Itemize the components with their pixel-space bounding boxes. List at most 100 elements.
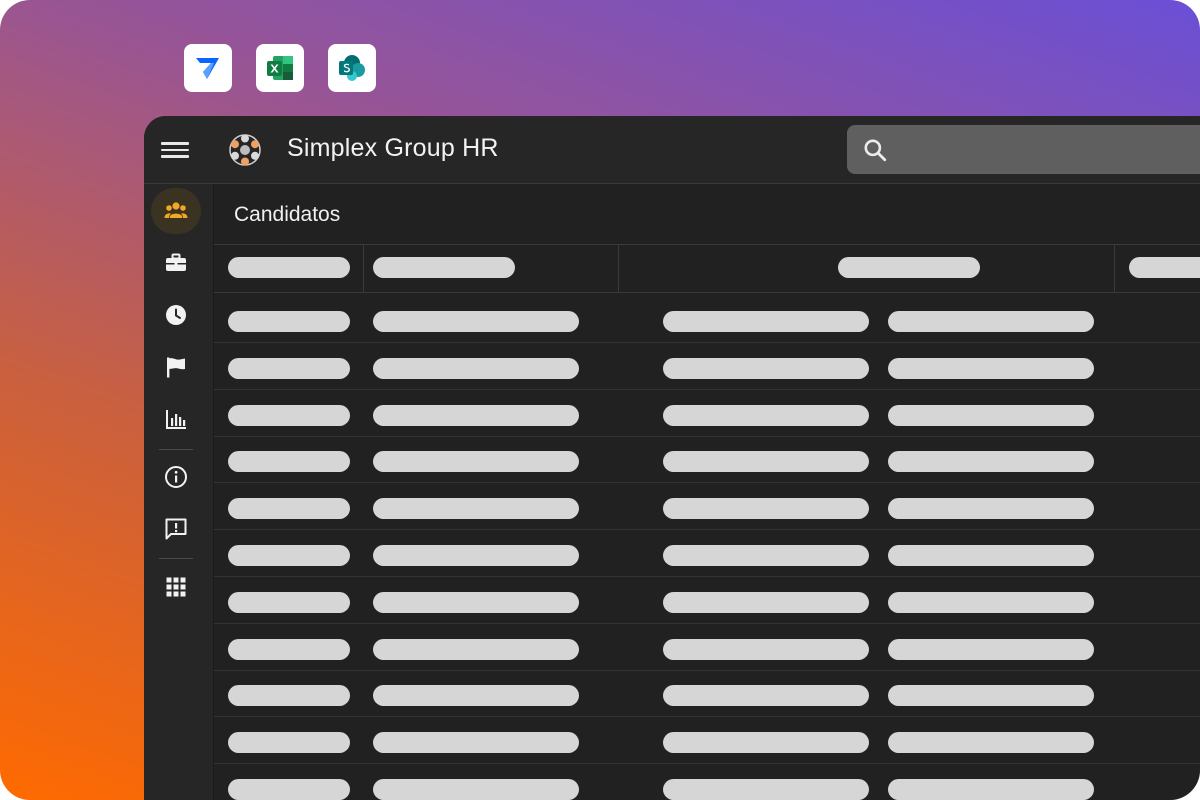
cell-placeholder (373, 779, 579, 800)
table-row[interactable] (214, 437, 1200, 484)
company-logo-icon (229, 134, 261, 166)
table-header (214, 244, 1200, 293)
app-title: Simplex Group HR (287, 134, 499, 162)
column-header-placeholder[interactable] (838, 257, 980, 278)
sidebar-divider (159, 449, 193, 450)
bar-chart-icon (166, 410, 186, 429)
cell-placeholder (663, 732, 869, 754)
excel-icon (267, 56, 293, 80)
cell-placeholder (373, 685, 579, 707)
cell-placeholder (373, 591, 579, 613)
sidebar-item-reports[interactable] (151, 396, 201, 442)
cell-placeholder (228, 732, 350, 754)
flag-icon (167, 357, 185, 378)
cell-placeholder (373, 638, 579, 660)
integration-tiles (184, 44, 376, 92)
left-sidebar (144, 184, 214, 800)
cell-placeholder (663, 404, 869, 426)
clock-icon (166, 305, 186, 325)
power-automate-tile[interactable] (184, 44, 232, 92)
cell-placeholder (888, 732, 1094, 754)
sidebar-item-apps[interactable] (151, 564, 201, 610)
cell-placeholder (373, 311, 579, 332)
cell-placeholder (663, 685, 869, 707)
sidebar-item-goals[interactable] (151, 344, 201, 390)
cell-placeholder (228, 404, 350, 426)
cell-placeholder (228, 685, 350, 707)
table-row[interactable] (214, 671, 1200, 718)
cell-placeholder (228, 591, 350, 613)
table-row[interactable] (214, 765, 1200, 800)
cell-placeholder (888, 685, 1094, 707)
main-content: Candidatos (214, 184, 1200, 800)
table-row[interactable] (214, 344, 1200, 390)
column-divider (363, 245, 364, 293)
sidebar-item-candidates[interactable] (151, 188, 201, 234)
cell-placeholder (228, 498, 350, 520)
page-title: Candidatos (234, 203, 341, 226)
table-row[interactable] (214, 391, 1200, 437)
cell-placeholder (373, 732, 579, 754)
sidebar-item-jobs[interactable] (151, 240, 201, 286)
cell-placeholder (663, 498, 869, 520)
info-icon (165, 466, 187, 488)
power-automate-icon (196, 58, 219, 79)
sidebar-item-history[interactable] (151, 292, 201, 338)
cell-placeholder (888, 638, 1094, 660)
cell-placeholder (663, 311, 869, 332)
cell-placeholder (228, 451, 350, 473)
table-row[interactable] (214, 718, 1200, 765)
apps-grid-icon (166, 577, 186, 597)
cell-placeholder (663, 779, 869, 800)
cell-placeholder (663, 638, 869, 660)
search-icon (864, 139, 887, 162)
sharepoint-tile[interactable] (328, 44, 376, 92)
cell-placeholder (228, 357, 350, 379)
cell-placeholder (888, 404, 1094, 426)
sharepoint-icon (339, 55, 365, 81)
top-bar: Simplex Group HR (144, 116, 1200, 184)
column-divider (618, 245, 619, 293)
cell-placeholder (888, 591, 1094, 613)
sidebar-divider (159, 558, 193, 559)
cell-placeholder (663, 591, 869, 613)
briefcase-icon (166, 253, 186, 271)
sidebar-item-feedback[interactable] (151, 506, 201, 552)
excel-tile[interactable] (256, 44, 304, 92)
column-header-placeholder[interactable] (1129, 257, 1200, 278)
table-row[interactable] (214, 578, 1200, 624)
background-gradient: Simplex Group HR Candidatos (0, 0, 1200, 800)
cell-placeholder (373, 498, 579, 520)
people-icon (164, 202, 188, 218)
feedback-icon (165, 518, 187, 540)
cell-placeholder (888, 545, 1094, 566)
cell-placeholder (228, 311, 350, 332)
cell-placeholder (888, 311, 1094, 332)
table-row[interactable] (214, 625, 1200, 671)
cell-placeholder (888, 451, 1094, 473)
cell-placeholder (373, 357, 579, 379)
cell-placeholder (228, 638, 350, 660)
table-row[interactable] (214, 297, 1200, 343)
column-header-placeholder[interactable] (373, 257, 515, 278)
column-header-placeholder[interactable] (228, 257, 350, 278)
cell-placeholder (663, 545, 869, 566)
hamburger-menu-icon[interactable] (161, 138, 189, 162)
cell-placeholder (373, 545, 579, 566)
cell-placeholder (663, 451, 869, 473)
cell-placeholder (888, 779, 1094, 800)
table-row[interactable] (214, 531, 1200, 577)
table-row[interactable] (214, 484, 1200, 531)
sidebar-item-info[interactable] (151, 454, 201, 500)
cell-placeholder (373, 451, 579, 473)
app-window: Simplex Group HR Candidatos (144, 116, 1200, 800)
cell-placeholder (373, 404, 579, 426)
search-bar[interactable] (847, 125, 1200, 174)
cell-placeholder (888, 498, 1094, 520)
search-input[interactable] (903, 125, 1200, 174)
column-divider (1114, 245, 1115, 293)
cell-placeholder (228, 779, 350, 800)
cell-placeholder (888, 357, 1094, 379)
cell-placeholder (228, 545, 350, 566)
cell-placeholder (663, 357, 869, 379)
